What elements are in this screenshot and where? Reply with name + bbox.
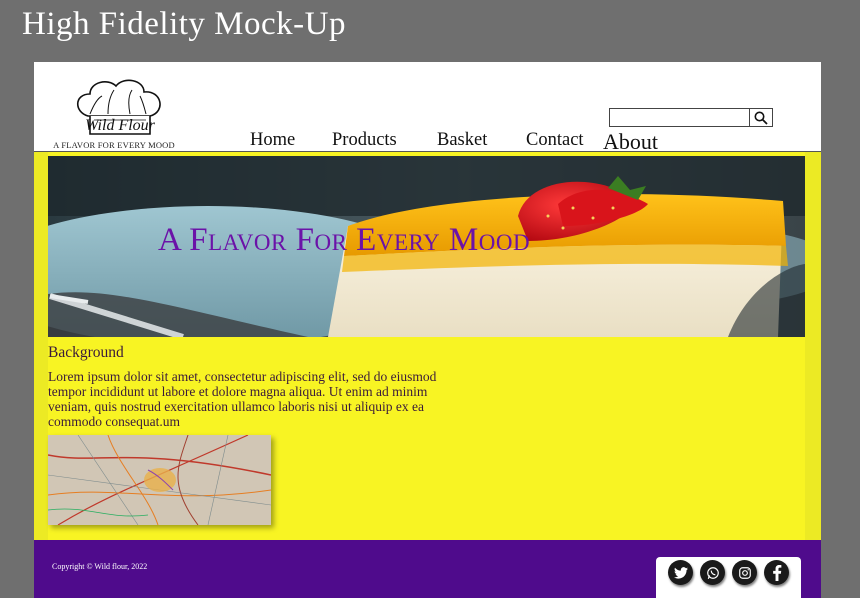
content-panel: A Flavor For Every Mood Background Lorem… <box>34 152 821 540</box>
search-input[interactable] <box>609 108 749 127</box>
section-body: Lorem ipsum dolor sit amet, consectetur … <box>48 369 437 429</box>
website-frame: Wild Flour A FLAVOR FOR EVERY MOOD Home … <box>34 62 821 598</box>
search-button[interactable] <box>749 108 773 127</box>
instagram-icon[interactable] <box>732 560 757 585</box>
hero-banner: A Flavor For Every Mood <box>48 156 805 337</box>
map-image <box>48 435 271 525</box>
nav-basket[interactable]: Basket <box>437 130 487 151</box>
footer: Copyright © Wild flour, 2022 <box>34 540 821 598</box>
road-map-image <box>48 435 271 525</box>
hero-headline: A Flavor For Every Mood <box>158 222 531 258</box>
search-bar <box>609 108 773 127</box>
copyright-text: Copyright © Wild flour, 2022 <box>52 562 148 571</box>
logo-tagline: A FLAVOR FOR EVERY MOOD <box>53 140 175 150</box>
chef-hat-logo-icon: Wild Flour <box>76 79 161 135</box>
twitter-icon[interactable] <box>668 560 693 585</box>
nav-home[interactable]: Home <box>250 130 295 151</box>
facebook-icon[interactable] <box>764 560 789 585</box>
logo[interactable]: Wild Flour A FLAVOR FOR EVERY MOOD <box>46 78 182 152</box>
panel-edge-right <box>805 152 821 540</box>
search-icon <box>754 111 768 125</box>
logo-wordmark: Wild Flour <box>85 117 156 134</box>
page-title: High Fidelity Mock-Up <box>22 6 346 42</box>
section-heading: Background <box>48 344 124 361</box>
whatsapp-icon[interactable] <box>700 560 725 585</box>
social-links <box>656 557 801 598</box>
nav-contact[interactable]: Contact <box>526 130 584 151</box>
panel-edge-left <box>34 152 48 540</box>
nav-products[interactable]: Products <box>332 130 397 151</box>
